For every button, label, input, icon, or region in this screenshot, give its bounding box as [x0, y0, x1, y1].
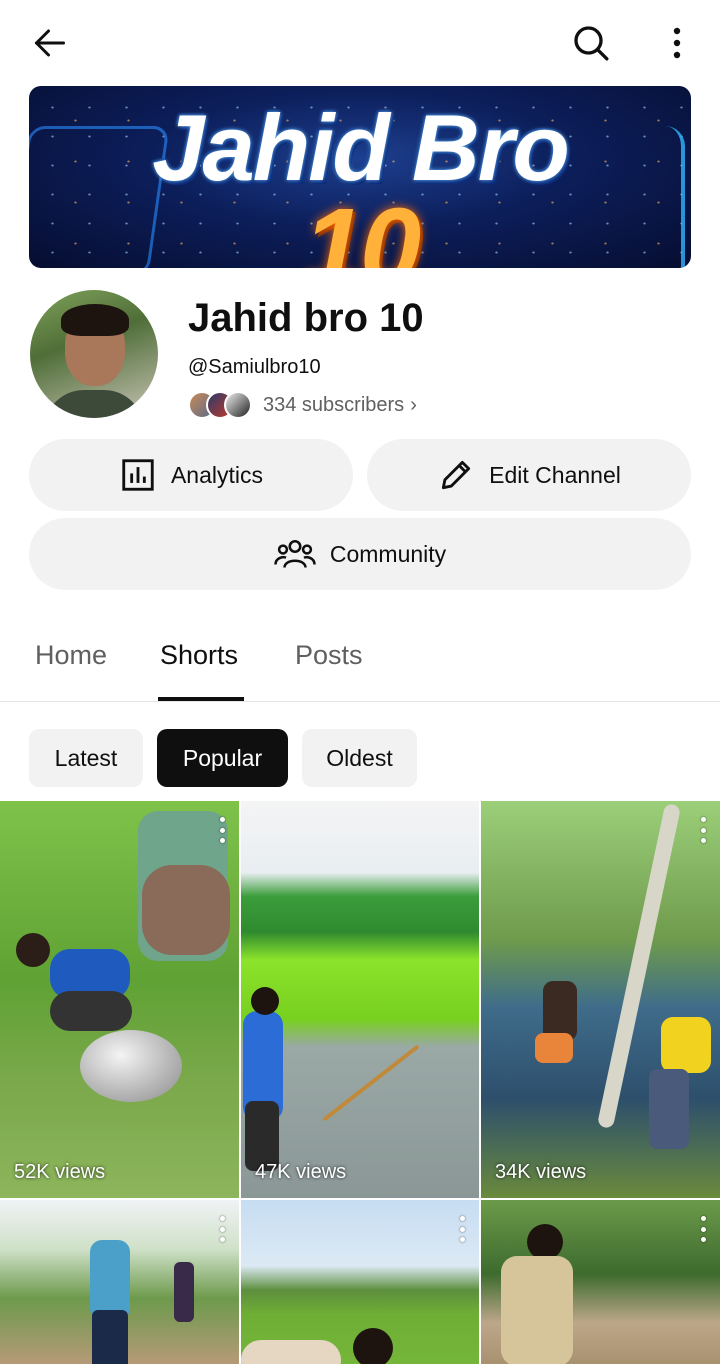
thumbnail-figure	[92, 1310, 128, 1364]
thumbnail-figure	[50, 991, 132, 1031]
thumbnail-figure	[535, 1033, 573, 1063]
tab-home[interactable]: Home	[35, 640, 107, 671]
channel-banner[interactable]: Jahid Bro 10	[29, 86, 691, 268]
short-thumbnail[interactable]: 47K views	[241, 801, 479, 1198]
short-views: 34K views	[495, 1161, 587, 1183]
short-thumbnail[interactable]	[241, 1200, 479, 1364]
community-label: Community	[329, 540, 447, 567]
short-thumbnail[interactable]	[0, 1200, 239, 1364]
community-button[interactable]: Community	[29, 518, 691, 590]
channel-avatar[interactable]	[30, 290, 158, 418]
short-thumbnail[interactable]: 52K views	[0, 801, 239, 1198]
short-thumbnail[interactable]: 34K views	[481, 801, 720, 1198]
thumbnail-figure	[661, 1017, 711, 1073]
short-views: 52K views	[14, 1161, 106, 1183]
tab-posts[interactable]: Posts	[295, 640, 363, 671]
channel-tabs: Home Shorts Posts	[0, 618, 720, 702]
short-more-icon[interactable]	[698, 817, 708, 843]
thumbnail-figure	[322, 1044, 420, 1122]
short-more-icon[interactable]	[698, 1216, 708, 1242]
thumbnail-figure	[251, 987, 279, 1015]
avatar-shirt	[44, 390, 144, 418]
short-more-icon[interactable]	[457, 1216, 467, 1242]
subscriber-count: 334 subscribers	[263, 393, 405, 416]
thumbnail-figure	[142, 865, 230, 955]
thumbnail-figure	[527, 1224, 563, 1260]
thumbnail-figure	[16, 933, 50, 967]
people-icon	[274, 539, 316, 568]
more-options-button[interactable]	[656, 18, 698, 68]
thumbnail-figure	[543, 981, 577, 1041]
short-thumbnail[interactable]	[481, 1200, 720, 1364]
thumbnail-figure	[649, 1069, 689, 1149]
edit-channel-button[interactable]: Edit Channel	[367, 439, 691, 511]
search-icon	[574, 26, 609, 61]
channel-name: Jahid bro 10	[188, 296, 424, 340]
channel-handle: @Samiulbro10	[188, 356, 321, 378]
analytics-button[interactable]: Analytics	[29, 439, 353, 511]
tab-shorts[interactable]: Shorts	[160, 640, 238, 671]
pencil-icon	[442, 460, 471, 490]
more-vertical-icon	[673, 27, 681, 59]
subscriber-avatars	[188, 391, 256, 419]
analytics-label: Analytics	[170, 461, 264, 488]
top-app-bar	[0, 0, 720, 86]
filter-chip-latest[interactable]: Latest	[29, 729, 143, 787]
short-more-icon[interactable]	[217, 1216, 227, 1242]
filter-chip-oldest[interactable]: Oldest	[302, 729, 417, 787]
analytics-icon	[122, 459, 154, 491]
short-views: 47K views	[255, 1161, 347, 1183]
avatar-hair	[61, 304, 129, 336]
search-button[interactable]	[563, 18, 619, 68]
back-button[interactable]	[22, 20, 78, 66]
thumbnail-figure	[353, 1328, 393, 1364]
banner-number: 10	[302, 186, 421, 268]
subscribers-row[interactable]: 334 subscribers ›	[188, 390, 417, 420]
selected-tab-indicator	[158, 697, 244, 701]
short-more-icon[interactable]	[217, 817, 227, 843]
chevron-right-icon: ›	[410, 393, 417, 416]
filter-chip-popular[interactable]: Popular	[157, 729, 288, 787]
thumbnail-figure	[90, 1240, 130, 1320]
arrow-left-icon	[35, 29, 65, 57]
thumbnail-figure	[241, 1340, 341, 1364]
thumbnail-figure	[174, 1262, 194, 1322]
subscriber-avatar	[224, 391, 252, 419]
bowl-shape	[80, 1030, 182, 1102]
thumbnail-figure	[501, 1256, 573, 1364]
edit-channel-label: Edit Channel	[489, 461, 621, 488]
